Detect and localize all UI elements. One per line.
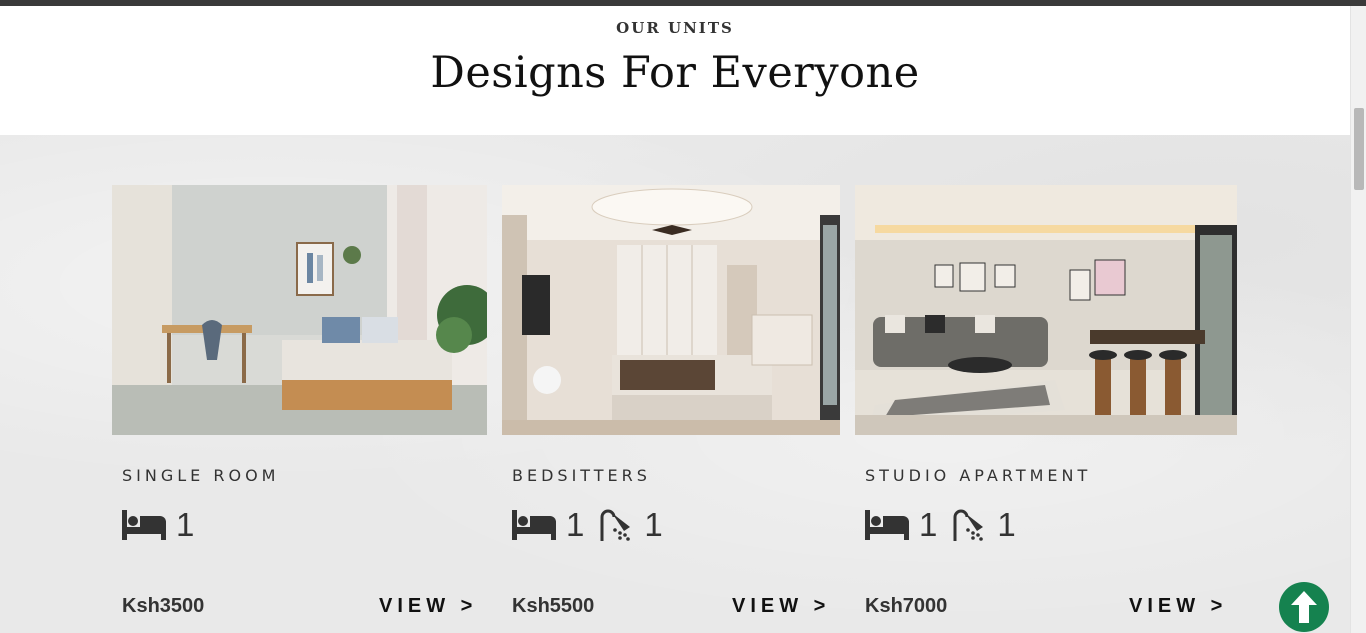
shower-icon bbox=[600, 509, 631, 541]
bedroom-count: 1 bbox=[865, 506, 937, 544]
unit-features: 1 1 bbox=[865, 506, 1030, 544]
unit-card-single-room: SINGLE ROOM 1 Ksh3500 VIEW > bbox=[112, 185, 487, 633]
unit-name: STUDIO APARTMENT bbox=[865, 466, 1092, 485]
bedroom-count: 1 bbox=[512, 506, 584, 544]
page-scrollbar[interactable] bbox=[1350, 6, 1366, 633]
section-eyebrow: OUR UNITS bbox=[616, 19, 734, 37]
back-to-top-button[interactable] bbox=[1279, 582, 1329, 632]
bedroom-count-value: 1 bbox=[919, 506, 938, 543]
bathroom-count: 1 bbox=[951, 506, 1016, 544]
bathroom-count-value: 1 bbox=[644, 506, 663, 543]
bedroom-photo[interactable] bbox=[112, 185, 487, 435]
unit-price: Ksh7000 bbox=[865, 595, 948, 617]
unit-name: BEDSITTERS bbox=[512, 466, 651, 485]
bed-icon bbox=[122, 510, 166, 540]
section-header: OUR UNITS Designs For Everyone bbox=[0, 6, 1350, 135]
bedroom-count-value: 1 bbox=[566, 506, 585, 543]
unit-price: Ksh5500 bbox=[512, 595, 595, 617]
unit-card-bedsitters: BEDSITTERS 1 1 Ksh5500 VIEW > bbox=[502, 185, 840, 633]
bed-icon bbox=[512, 510, 556, 540]
bedroom-count: 1 bbox=[122, 506, 194, 544]
unit-features: 1 bbox=[122, 506, 208, 544]
unit-features: 1 1 bbox=[512, 506, 677, 544]
bedsitter-photo[interactable] bbox=[502, 185, 840, 435]
view-button[interactable]: VIEW > bbox=[732, 595, 830, 618]
bed-icon bbox=[865, 510, 909, 540]
unit-card-studio-apartment: STUDIO APARTMENT 1 1 Ksh7000 VIEW > bbox=[855, 185, 1237, 633]
unit-name: SINGLE ROOM bbox=[122, 466, 280, 485]
shower-icon bbox=[953, 509, 984, 541]
bedroom-count-value: 1 bbox=[176, 506, 195, 543]
view-button[interactable]: VIEW > bbox=[379, 595, 477, 618]
scrollbar-thumb[interactable] bbox=[1354, 108, 1364, 190]
bathroom-count-value: 1 bbox=[997, 506, 1016, 543]
units-section: SINGLE ROOM 1 Ksh3500 VIEW > BEDSITTERS … bbox=[0, 135, 1350, 633]
section-title: Designs For Everyone bbox=[430, 48, 920, 98]
studio-photo[interactable] bbox=[855, 185, 1237, 435]
view-button[interactable]: VIEW > bbox=[1129, 595, 1227, 618]
bathroom-count: 1 bbox=[598, 506, 663, 544]
arrow-up-icon bbox=[1291, 591, 1317, 623]
unit-price: Ksh3500 bbox=[122, 595, 205, 617]
